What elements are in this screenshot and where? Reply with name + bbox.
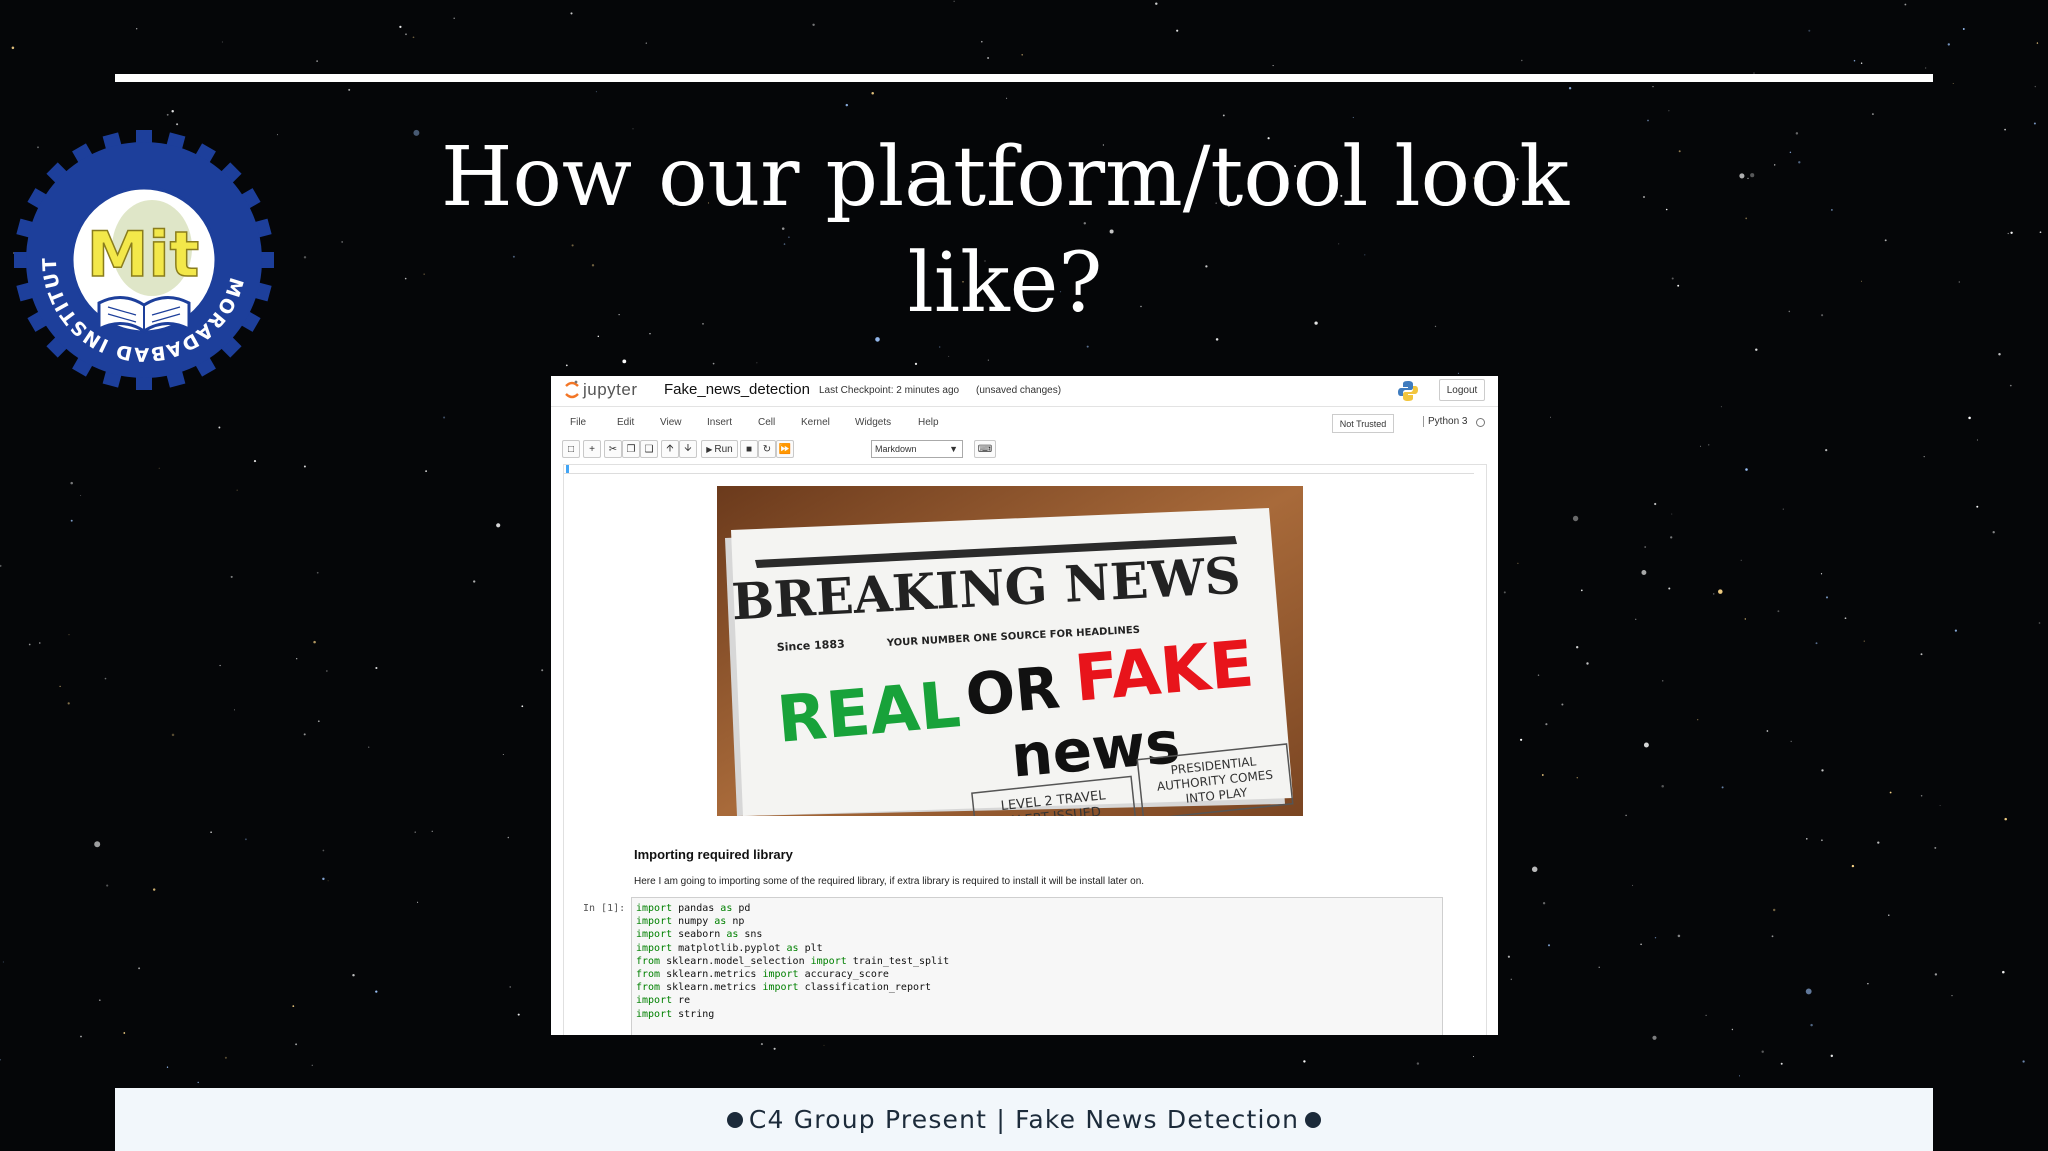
menu-kernel[interactable]: Kernel (801, 417, 830, 428)
save-icon: □ (567, 443, 575, 455)
markdown-heading: Importing required library (634, 847, 793, 862)
menu-widgets[interactable]: Widgets (855, 417, 891, 428)
jupyter-toolbar: □ + ✂ ❐ ❑ 🡩 🡫 ▶ Run ■ ↻ ⏩ Markdown ▼ ⌨ (551, 438, 1498, 462)
code-line: from sklearn.metrics import accuracy_sco… (636, 969, 889, 981)
menu-edit[interactable]: Edit (617, 417, 634, 428)
arrow-down-icon: 🡫 (684, 442, 692, 454)
paste-button[interactable]: ❑ (640, 440, 658, 458)
menu-cell[interactable]: Cell (758, 417, 775, 428)
svg-text:FAKE: FAKE (1072, 627, 1257, 716)
bullet-dot-icon (726, 1111, 743, 1128)
jupyter-logo[interactable]: jupyter (565, 378, 638, 402)
cell-type-value: Markdown (875, 444, 917, 454)
breaking-news-image: BREAKING NEWS Since 1883 YOUR NUMBER ONE… (717, 486, 1303, 816)
scissors-icon: ✂ (608, 443, 618, 455)
code-line: import seaborn as sns (636, 929, 763, 941)
menu-insert[interactable]: Insert (707, 417, 732, 428)
slide-title-line2: like? (907, 236, 1103, 331)
input-prompt: In [1]: (583, 903, 626, 914)
jupyter-notebook-window: jupyter Fake_news_detection Last Checkpo… (551, 376, 1498, 1035)
markdown-paragraph: Here I am going to importing some of the… (634, 876, 1145, 887)
move-down-button[interactable]: 🡫 (679, 440, 697, 458)
save-button[interactable]: □ (562, 440, 580, 458)
command-palette-button[interactable]: ⌨ (974, 440, 996, 458)
copy-icon: ❐ (626, 443, 636, 455)
code-line: from sklearn.model_selection import trai… (636, 955, 950, 967)
chevron-down-icon: ▼ (949, 444, 958, 454)
fast-forward-icon: ⏩ (778, 443, 792, 455)
menu-help[interactable]: Help (918, 417, 939, 428)
svg-text:Mit: Mit (87, 218, 200, 291)
mit-logo: MORADABAD INSTITUTE OF TECHNOLOGY Mit (12, 128, 274, 390)
svg-text:OR: OR (963, 653, 1063, 729)
footer-content: C4 Group Present | Fake News Detection (726, 1105, 1322, 1134)
jupyter-icon (565, 380, 579, 399)
code-line: from sklearn.metrics import classificati… (636, 982, 932, 994)
restart-run-all-button[interactable]: ⏩ (776, 440, 794, 458)
logout-button[interactable]: Logout (1439, 379, 1485, 401)
cell-type-select[interactable]: Markdown ▼ (871, 440, 963, 458)
footer-text: C4 Group Present | Fake News Detection (748, 1105, 1300, 1134)
jupyter-menubar: File Edit View Insert Cell Kernel Widget… (551, 411, 1498, 437)
code-line: import pandas as pd (636, 903, 751, 914)
unsaved-changes-status: (unsaved changes) (976, 385, 1062, 396)
selected-cell-indicator (566, 465, 569, 473)
notebook-container: BREAKING NEWS Since 1883 YOUR NUMBER ONE… (563, 464, 1487, 1035)
run-button[interactable]: ▶ Run (701, 440, 738, 458)
code-line: import matplotlib.pyplot as plt (636, 942, 823, 954)
refresh-icon: ↻ (762, 443, 772, 455)
checkpoint-status: Last Checkpoint: 2 minutes ago (819, 385, 960, 396)
code-line: import string (636, 1008, 715, 1020)
top-divider-line (115, 74, 1933, 82)
run-label: Run (714, 443, 733, 455)
not-trusted-indicator[interactable]: Not Trusted (1332, 414, 1394, 433)
bullet-dot-icon (1305, 1111, 1322, 1128)
slide-title: How our platform/tool look like? (330, 125, 1680, 337)
interrupt-button[interactable]: ■ (740, 440, 758, 458)
footer-bar: C4 Group Present | Fake News Detection (115, 1088, 1933, 1151)
notebook-name[interactable]: Fake_news_detection (664, 381, 810, 398)
paste-icon: ❑ (644, 443, 654, 455)
arrow-up-icon: 🡩 (666, 442, 674, 454)
code-line: import re (636, 995, 691, 1007)
move-up-button[interactable]: 🡩 (661, 440, 679, 458)
keyboard-icon: ⌨ (977, 443, 993, 455)
menu-view[interactable]: View (660, 417, 682, 428)
cut-button[interactable]: ✂ (604, 440, 622, 458)
python-icon (1398, 381, 1418, 401)
previous-cell-edge (564, 465, 1474, 474)
plus-icon: + (589, 443, 595, 455)
code-cell[interactable]: import pandas as pd import numpy as np imp… (631, 897, 1443, 1035)
jupyter-header: jupyter Fake_news_detection Last Checkpo… (551, 376, 1498, 407)
slide-title-line1: How our platform/tool look (440, 130, 1570, 225)
code-line: import numpy as np (636, 916, 745, 928)
restart-button[interactable]: ↻ (758, 440, 776, 458)
kernel-name: Python 3 (1423, 416, 1467, 427)
stop-icon: ■ (745, 443, 753, 455)
insert-cell-button[interactable]: + (583, 440, 601, 458)
kernel-status-icon (1476, 418, 1485, 427)
copy-button[interactable]: ❐ (622, 440, 640, 458)
menu-file[interactable]: File (570, 417, 586, 428)
play-icon: ▶ (706, 444, 713, 454)
jupyter-wordmark: jupyter (583, 380, 638, 399)
